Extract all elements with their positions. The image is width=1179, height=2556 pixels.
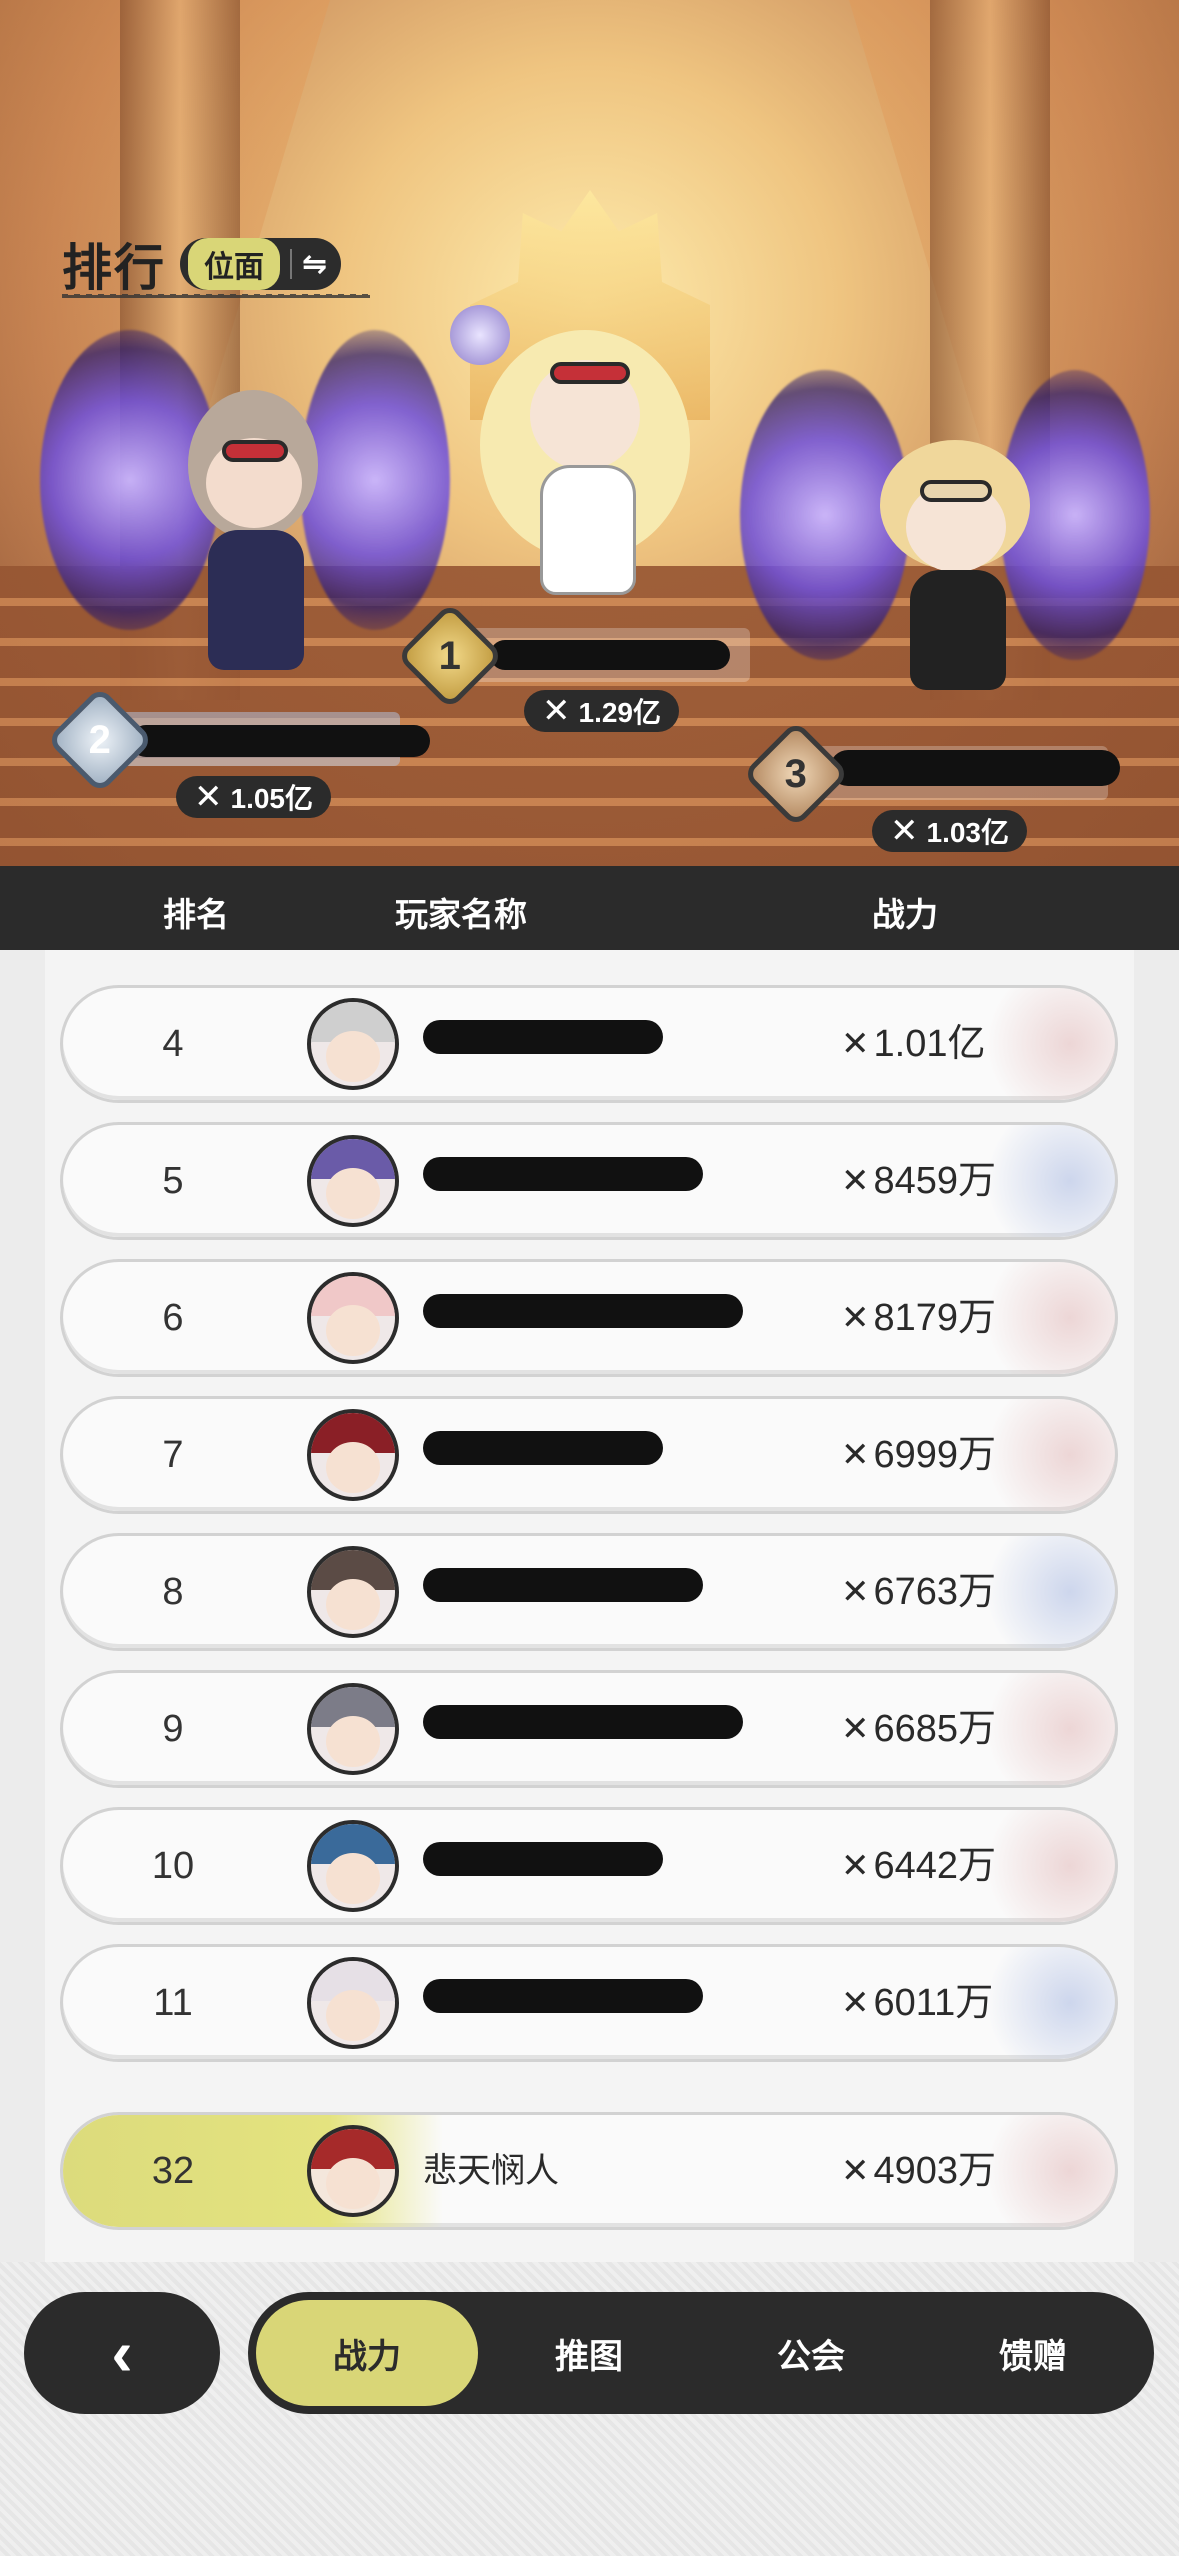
avatar[interactable] — [307, 1957, 399, 2049]
avatar[interactable] — [307, 1135, 399, 1227]
avatar[interactable] — [307, 2125, 399, 2217]
player-power: ✕ 8459万 — [841, 1125, 996, 1237]
crossed-swords-icon: ✕ — [841, 1299, 870, 1337]
redaction — [423, 1568, 703, 1602]
column-header: 排名 玩家名称 战力 — [0, 866, 1179, 950]
rank-number: 10 — [151, 1845, 195, 1887]
crossed-swords-icon: ✕ — [194, 778, 223, 816]
avatar[interactable] — [307, 1820, 399, 1912]
player-3-power: ✕ 1.03亿 — [872, 810, 1027, 852]
back-button[interactable]: ‹ — [24, 2292, 220, 2414]
avatar[interactable] — [307, 998, 399, 1090]
tab-power[interactable]: 战力 — [256, 2300, 478, 2406]
row-decoration — [965, 988, 1115, 1100]
page-title: 排行 — [62, 240, 166, 296]
player-power: ✕ 1.01亿 — [841, 988, 985, 1100]
redaction — [130, 725, 430, 757]
player-2-power: ✕ 1.05亿 — [176, 776, 331, 818]
tab-stage[interactable]: 推图 — [478, 2300, 700, 2406]
crossed-swords-icon: ✕ — [841, 1847, 870, 1885]
column-power: 战力 — [872, 896, 938, 933]
rank-number: 5 — [162, 1160, 184, 1202]
crossed-swords-icon: ✕ — [841, 1984, 870, 2022]
tab-guild[interactable]: 公会 — [700, 2300, 922, 2406]
rank-number: 32 — [151, 2150, 195, 2192]
crossed-swords-icon: ✕ — [542, 692, 571, 730]
crossed-swords-icon: ✕ — [841, 1710, 870, 1748]
redaction — [423, 1979, 703, 2013]
switch-icon: ⇋ — [302, 247, 328, 281]
rank-number: 8 — [162, 1571, 184, 1613]
table-row[interactable]: 10 ✕ 6442万 — [60, 1807, 1118, 1925]
redaction — [423, 1020, 663, 1054]
player-power: ✕ 6763万 — [841, 1536, 996, 1648]
column-rank: 排名 — [163, 896, 229, 933]
crossed-swords-icon: ✕ — [890, 812, 919, 850]
redaction — [423, 1294, 743, 1328]
tab-gift[interactable]: 馈赠 — [922, 2300, 1144, 2406]
redaction — [423, 1842, 663, 1876]
plane-label: 位面 — [188, 238, 280, 290]
title-underline — [62, 294, 370, 298]
plane-switch-button[interactable]: 位面 ⇋ — [180, 238, 342, 290]
table-row[interactable]: 9 ✕ 6685万 — [60, 1670, 1118, 1788]
player-1-power: ✕ 1.29亿 — [524, 690, 679, 732]
player-power: ✕ 6999万 — [841, 1399, 996, 1511]
tab-bar: 战力 推图 公会 馈赠 — [248, 2292, 1154, 2414]
redaction — [490, 640, 730, 670]
player-name: 悲天悯人 — [423, 2152, 559, 2190]
crossed-swords-icon: ✕ — [841, 1162, 870, 1200]
avatar[interactable] — [307, 1272, 399, 1364]
player-power: ✕ 6685万 — [841, 1673, 996, 1785]
column-player: 玩家名称 — [395, 896, 527, 933]
player-2-character[interactable] — [150, 380, 350, 700]
table-row[interactable]: 6 ✕ 8179万 — [60, 1259, 1118, 1377]
rank-number: 7 — [162, 1434, 184, 1476]
table-row[interactable]: 4 ✕ 1.01亿 — [60, 985, 1118, 1103]
crossed-swords-icon: ✕ — [841, 1436, 870, 1474]
avatar[interactable] — [307, 1409, 399, 1501]
redaction — [423, 1157, 703, 1191]
crossed-swords-icon: ✕ — [841, 2152, 870, 2190]
player-power: ✕ 6442万 — [841, 1810, 996, 1922]
table-row[interactable]: 7 ✕ 6999万 — [60, 1396, 1118, 1514]
player-power: ✕ 8179万 — [841, 1262, 996, 1374]
chevron-left-icon: ‹ — [111, 2317, 133, 2389]
ranking-list[interactable]: 4 ✕ 1.01亿 5 ✕ 8459万 6 ✕ 8179万 7 ✕ 6999万 8 ✕ 6763万 9 ✕ 668… — [0, 950, 1179, 2262]
rank-number: 6 — [162, 1297, 184, 1339]
rank-number: 4 — [162, 1023, 184, 1065]
staff-icon — [450, 305, 510, 365]
redaction — [830, 750, 1120, 786]
rank-number: 9 — [162, 1708, 184, 1750]
divider — [290, 249, 292, 279]
table-row[interactable]: 8 ✕ 6763万 — [60, 1533, 1118, 1651]
crossed-swords-icon: ✕ — [841, 1573, 870, 1611]
rank-number: 11 — [153, 1982, 193, 2024]
self-rank-row[interactable]: 32 悲天悯人 ✕ 4903万 — [60, 2112, 1118, 2230]
podium-stage: 排行 位面 ⇋ 1 ✕ 1.29亿 2 ✕ 1.05亿 3 ✕ 1.03亿 — [0, 0, 1179, 866]
crossed-swords-icon: ✕ — [841, 1025, 870, 1063]
table-row[interactable]: 5 ✕ 8459万 — [60, 1122, 1118, 1240]
redaction — [423, 1705, 743, 1739]
table-row[interactable]: 11 ✕ 6011万 — [60, 1944, 1118, 2062]
avatar[interactable] — [307, 1683, 399, 1775]
redaction — [423, 1431, 663, 1465]
page-title-group: 排行 位面 ⇋ — [62, 228, 342, 300]
avatar[interactable] — [307, 1546, 399, 1638]
player-power: ✕ 4903万 — [841, 2115, 996, 2227]
player-3-character[interactable] — [860, 430, 1060, 730]
player-power: ✕ 6011万 — [841, 1947, 993, 2059]
bottom-nav: ‹ 战力 推图 公会 馈赠 — [0, 2262, 1179, 2556]
